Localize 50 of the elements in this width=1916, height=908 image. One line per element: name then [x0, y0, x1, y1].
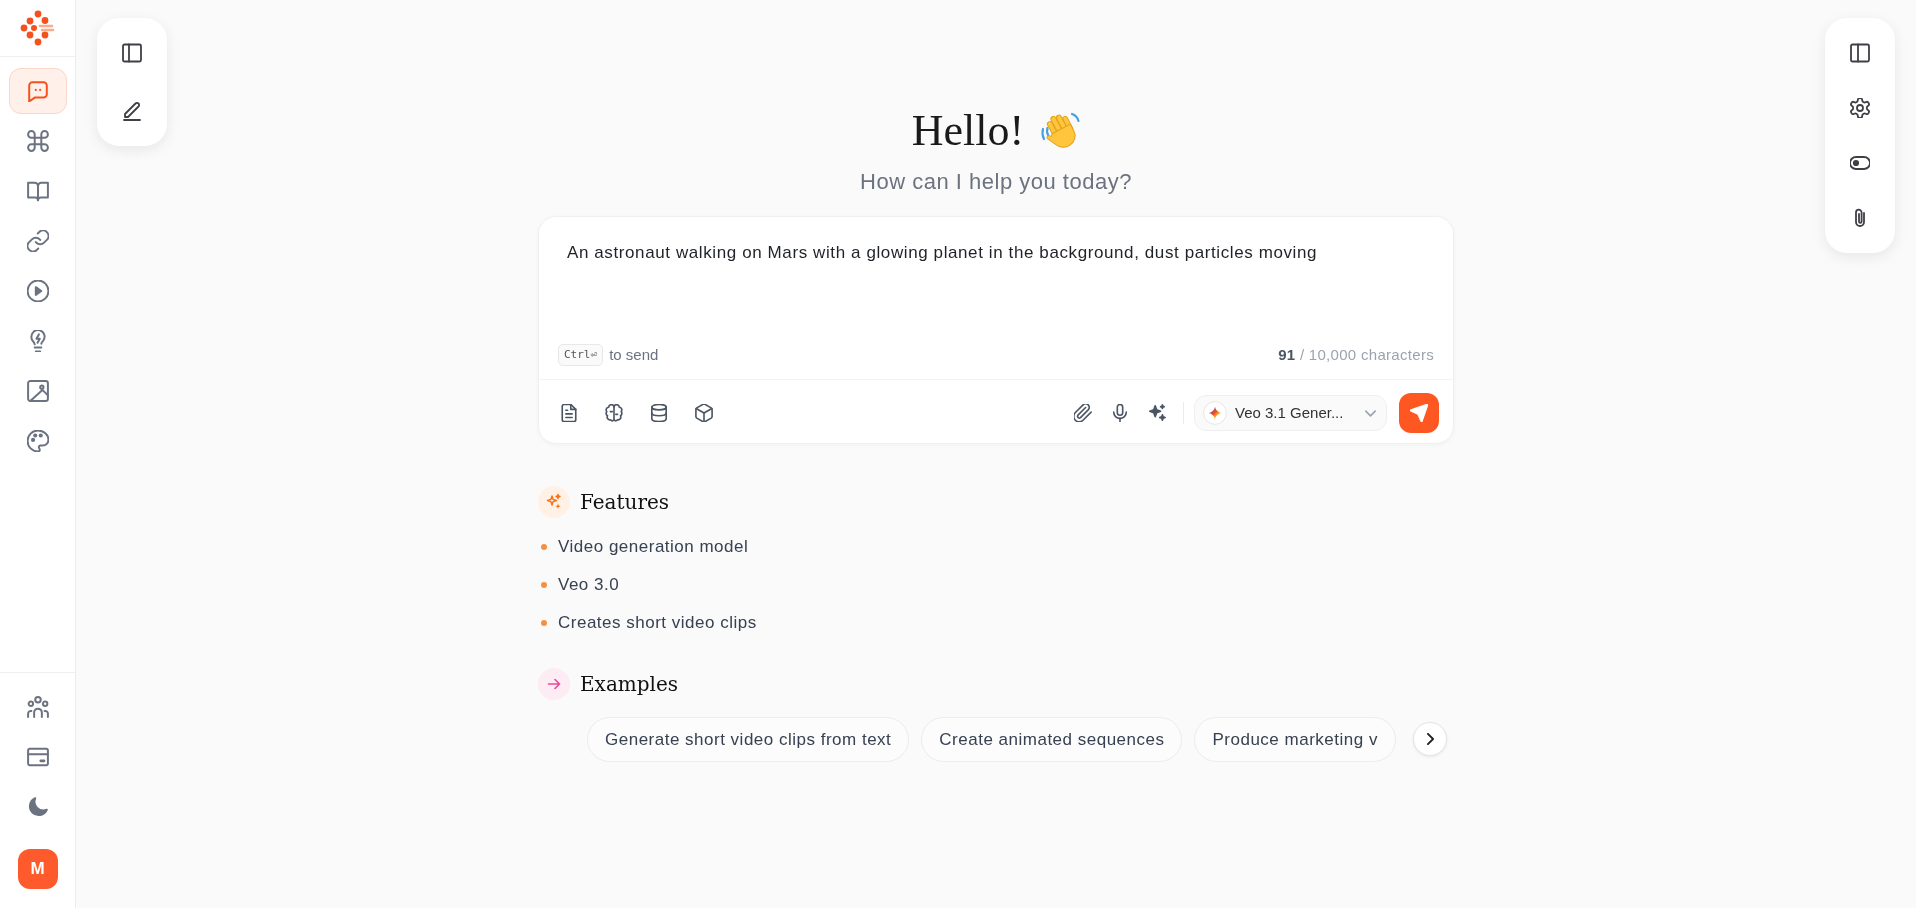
- send-button[interactable]: [1399, 393, 1439, 433]
- toggle-icon: [1850, 153, 1870, 173]
- character-counter: 91 / 10,000 characters: [1278, 344, 1434, 365]
- brain-icon: [605, 404, 623, 422]
- send-hint: to send: [609, 344, 659, 365]
- panel-icon: [122, 43, 142, 63]
- greeting-subtitle: How can I help you today?: [859, 168, 1133, 196]
- app-logo[interactable]: [19, 10, 56, 46]
- bullet-icon: [541, 620, 547, 626]
- command-icon: [26, 130, 49, 152]
- greeting-title: Hello!: [911, 106, 1025, 156]
- panel-icon: [1850, 43, 1870, 63]
- microphone-icon: [1111, 404, 1129, 422]
- link-icon: [26, 230, 49, 252]
- paperclip-icon: [1074, 404, 1092, 422]
- sparkle-icon: [1203, 401, 1227, 425]
- send-icon: [1410, 404, 1428, 422]
- example-chip[interactable]: Create animated sequences: [921, 717, 1183, 762]
- bullet-icon: [541, 544, 547, 550]
- feature-item: Veo 3.0: [558, 574, 620, 597]
- section-title: Features: [580, 489, 670, 516]
- scroll-right-button[interactable]: [1413, 722, 1447, 756]
- cube-icon: [695, 404, 713, 422]
- arrow-right-icon: [538, 668, 570, 700]
- shortcut-key: Ctrl⏎: [558, 344, 604, 366]
- document-icon: [560, 404, 578, 422]
- feature-item: Creates short video clips: [558, 612, 757, 635]
- example-chip[interactable]: Produce marketing v: [1194, 717, 1396, 762]
- chevron-right-icon: [1426, 733, 1434, 745]
- example-chip[interactable]: Generate short video clips from text: [587, 717, 910, 762]
- section-title: Examples: [580, 671, 679, 698]
- moon-icon: [26, 796, 49, 818]
- sparkles-icon: [538, 486, 570, 518]
- pencil-icon: [122, 101, 142, 121]
- image-icon: [26, 380, 49, 402]
- database-icon: [650, 404, 668, 422]
- feature-item: Video generation model: [558, 536, 749, 559]
- open-book-icon: [26, 180, 49, 202]
- bullet-icon: [541, 582, 547, 588]
- chat-bubble-icon: [26, 80, 49, 102]
- palette-icon: [26, 430, 49, 452]
- sparkles-icon: [1148, 404, 1166, 422]
- settings-icon: [1850, 98, 1870, 118]
- chevron-down-icon: [1365, 409, 1376, 417]
- prompt-input-box[interactable]: An astronaut walking on Mars with a glowing planet in the background, dust particles moving Ctrl⏎ to send 91 / 10,000 characters Veo 3.1 Gener...: [538, 216, 1454, 444]
- model-selector[interactable]: Veo 3.1 Gener...: [1194, 395, 1387, 431]
- card-icon: [26, 746, 49, 768]
- waving-hand-icon: [1040, 111, 1081, 151]
- people-icon: [26, 696, 49, 718]
- sidebar-item[interactable]: [8, 68, 67, 114]
